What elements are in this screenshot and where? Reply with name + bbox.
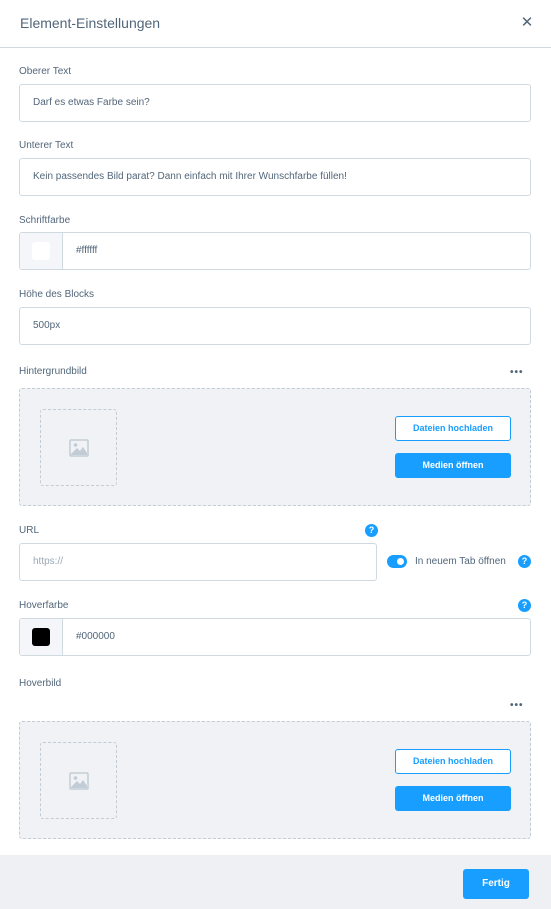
bottom-text-value: Kein passendes Bild parat? Dann einfach … [33, 171, 347, 182]
block-height-field[interactable]: 500px [19, 307, 531, 345]
hover-upload-button[interactable]: Dateien hochladen [395, 749, 511, 774]
more-horizontal-icon[interactable]: ••• [510, 368, 524, 378]
background-media-button[interactable]: Medien öffnen [395, 453, 511, 478]
hover-color-value: #000000 [76, 631, 115, 642]
hover-color-field[interactable]: #000000 [19, 618, 531, 656]
hover-image-preview [40, 742, 117, 819]
new-tab-label: In neuem Tab öffnen [415, 556, 506, 567]
modal-header: Element-Einstellungen ✕ [0, 0, 551, 48]
hover-color-picker[interactable] [20, 619, 63, 655]
font-color-label: Schriftfarbe [19, 215, 71, 226]
close-icon[interactable]: ✕ [519, 15, 535, 31]
url-field[interactable] [19, 543, 377, 581]
font-color-field[interactable]: #ffffff [19, 232, 531, 270]
hover-color-label: Hoverfarbe [19, 600, 69, 611]
modal-title: Element-Einstellungen [20, 15, 161, 31]
url-input[interactable] [33, 556, 353, 567]
top-text-value: Darf es etwas Farbe sein? [33, 97, 150, 108]
hover-image-dropzone[interactable]: Dateien hochladen Medien öffnen [19, 721, 531, 839]
bottom-text-label: Unterer Text [19, 140, 74, 151]
font-color-swatch [32, 242, 50, 260]
url-label: URL [19, 525, 40, 536]
background-image-label: Hintergrundbild [19, 366, 87, 377]
hover-image-label: Hoverbild [19, 678, 62, 689]
block-height-value: 500px [33, 320, 61, 331]
image-placeholder-icon [69, 439, 89, 457]
hover-media-button[interactable]: Medien öffnen [395, 786, 511, 811]
background-image-preview [40, 409, 117, 486]
url-help-icon[interactable]: ? [365, 524, 378, 537]
font-color-picker[interactable] [20, 233, 63, 269]
hover-color-swatch [32, 628, 50, 646]
block-height-label: Höhe des Blocks [19, 289, 95, 300]
new-tab-toggle[interactable] [387, 555, 407, 568]
top-text-label: Oberer Text [19, 66, 72, 77]
done-button[interactable]: Fertig [463, 869, 529, 899]
font-color-value: #ffffff [76, 245, 98, 256]
bottom-text-field[interactable]: Kein passendes Bild parat? Dann einfach … [19, 158, 531, 196]
modal-footer: Fertig [0, 855, 551, 909]
background-upload-button[interactable]: Dateien hochladen [395, 416, 511, 441]
more-horizontal-icon[interactable]: ••• [510, 701, 524, 711]
top-text-field[interactable]: Darf es etwas Farbe sein? [19, 84, 531, 122]
hover-color-help-icon[interactable]: ? [518, 599, 531, 612]
new-tab-help-icon[interactable]: ? [518, 555, 531, 568]
background-image-dropzone[interactable]: Dateien hochladen Medien öffnen [19, 388, 531, 506]
toggle-knob [397, 558, 404, 565]
image-placeholder-icon [69, 772, 89, 790]
